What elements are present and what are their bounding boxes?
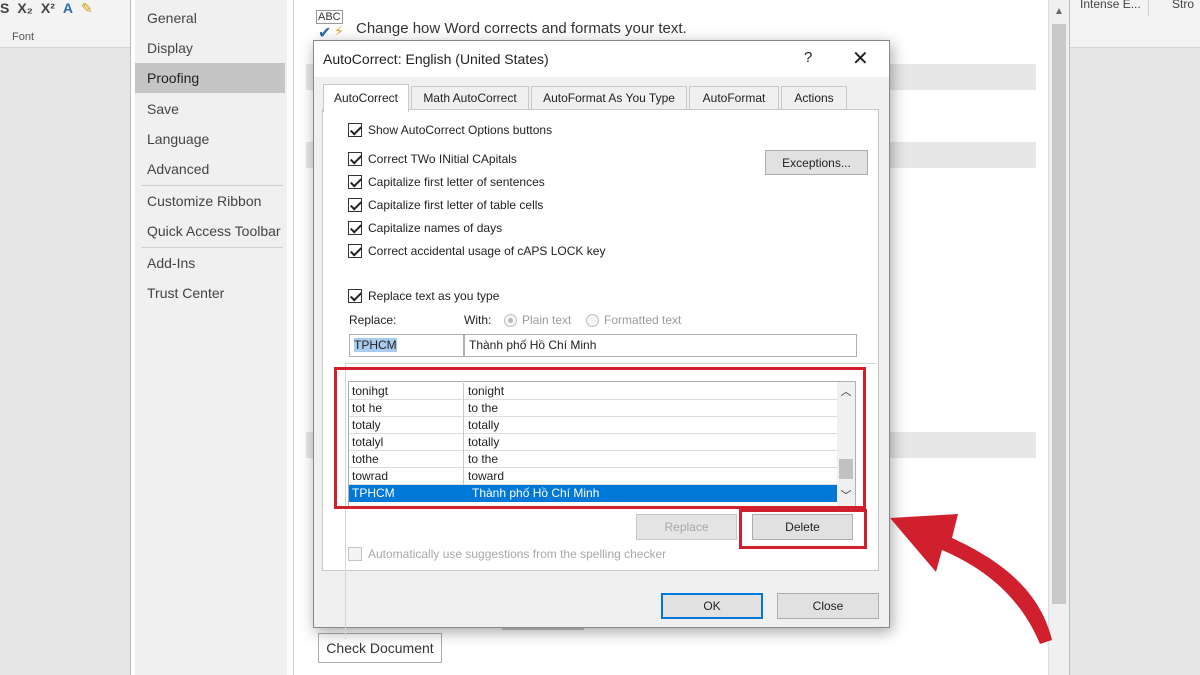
tab-autoformat[interactable]: AutoFormat [689,86,779,110]
tab-autocorrect[interactable]: AutoCorrect [323,84,409,112]
help-icon[interactable]: ? [804,49,812,66]
style-strong[interactable]: Stro [1172,0,1194,11]
nav-item-trust-center[interactable]: Trust Center [135,278,285,308]
checkbox-box[interactable] [348,198,362,212]
with-label: With: [464,313,492,327]
dialog-title: AutoCorrect: English (United States) [323,51,549,67]
capitalize-days-checkbox[interactable]: Capitalize names of days [348,221,502,235]
nav-item-quick-access-toolbar[interactable]: Quick Access Toolbar [135,216,285,246]
proofing-header-text: Change how Word corrects and formats you… [356,19,687,37]
formatted-text-radio[interactable]: Formatted text [586,313,681,327]
subscript-icon[interactable]: X₂ [17,0,33,16]
tab-autoformat-as-you-type[interactable]: AutoFormat As You Type [531,86,687,110]
checkbox-box[interactable] [348,175,362,189]
nav-item-proofing[interactable]: Proofing [135,63,285,93]
nav-item-advanced[interactable]: Advanced [135,154,285,184]
checkbox-box[interactable] [348,123,362,137]
caps-lock-checkbox[interactable]: Correct accidental usage of cAPS LOCK ke… [348,244,605,258]
superscript-icon[interactable]: X² [41,0,55,16]
show-options-checkbox[interactable]: Show AutoCorrect Options buttons [348,123,552,137]
nav-item-customize-ribbon[interactable]: Customize Ribbon [135,186,285,216]
highlight-icon[interactable]: ✎ [81,0,93,16]
strikethrough-icon[interactable]: S [0,0,9,16]
arrow-shape [890,514,1052,644]
checkbox-box[interactable] [348,152,362,166]
nav-item-general[interactable]: General [135,3,285,33]
capitalize-sentences-checkbox[interactable]: Capitalize first letter of sentences [348,175,545,189]
scroll-up-icon[interactable]: ▲ [1049,2,1069,22]
options-nav: General Display Proofing Save Language A… [135,0,287,675]
highlight-box-list [334,367,866,509]
tab-actions[interactable]: Actions [781,86,847,110]
checkbox-box[interactable] [348,244,362,258]
annotation-arrow-icon [890,514,1052,644]
close-button[interactable]: Close [777,593,879,619]
replace-input[interactable]: TPHCM [349,334,464,357]
checkbox-box[interactable] [348,547,362,561]
ribbon-format-icons: S X₂ X² A ✎ [0,0,93,16]
style-intense-emphasis[interactable]: Intense E... [1080,0,1141,11]
abc-check-icon: ABC ✔ ⚡ [316,10,344,42]
text-effects-icon[interactable]: A [63,0,73,16]
highlight-box-delete [739,509,867,549]
plain-text-radio[interactable]: Plain text [504,313,571,327]
correct-two-initials-checkbox[interactable]: Correct TWo INitial CApitals [348,152,517,166]
ok-button[interactable]: OK [661,593,763,619]
nav-item-language[interactable]: Language [135,124,285,154]
exceptions-button[interactable]: Exceptions... [765,150,868,175]
proofing-header: ABC ✔ ⚡ Change how Word corrects and for… [314,10,687,42]
dialog-titlebar: AutoCorrect: English (United States) ? ✕ [314,41,889,77]
radio-dot[interactable] [586,313,599,327]
capitalize-table-cells-checkbox[interactable]: Capitalize first letter of table cells [348,198,543,212]
with-input[interactable]: Thành phố Hồ Chí Minh [464,334,857,357]
ribbon-divider [1148,0,1149,16]
auto-suggestions-checkbox[interactable]: Automatically use suggestions from the s… [348,547,666,561]
replace-as-you-type-checkbox[interactable]: Replace text as you type [348,289,499,303]
replace-button[interactable]: Replace [636,514,737,540]
close-icon[interactable]: ✕ [852,46,869,71]
radio-dot[interactable] [504,313,517,327]
nav-item-save[interactable]: Save [135,94,285,124]
checkbox-box[interactable] [348,289,362,303]
checkbox-box[interactable] [348,221,362,235]
tab-math-autocorrect[interactable]: Math AutoCorrect [411,86,529,110]
nav-item-add-ins[interactable]: Add-Ins [135,248,285,278]
replace-label: Replace: [349,313,397,327]
nav-item-display[interactable]: Display [135,33,285,63]
font-group-label: Font [12,31,35,43]
